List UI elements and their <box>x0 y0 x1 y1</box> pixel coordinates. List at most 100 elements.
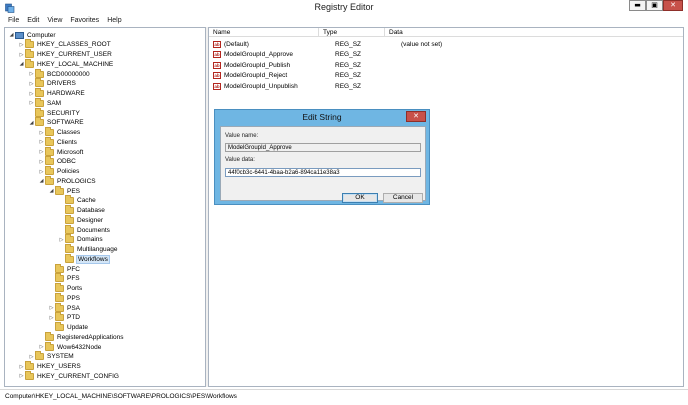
expand-toggle-icon[interactable]: ▷ <box>38 159 45 165</box>
tree-item[interactable]: ▷ SAM <box>28 97 61 108</box>
folder-icon <box>45 156 54 166</box>
value-type-cell: REG_SZ <box>335 51 362 58</box>
value-row[interactable]: ab ModelGroupId_Publish REG_SZ <box>209 60 497 70</box>
tree-item[interactable]: ▷ HKEY_CLASSES_ROOT <box>18 39 111 50</box>
tree-item-label: Database <box>77 207 105 214</box>
folder-icon <box>65 244 74 253</box>
expand-toggle-icon[interactable]: ▷ <box>38 130 45 136</box>
tree-item[interactable]: ▷ Wow6432Node <box>38 341 102 352</box>
tree-item[interactable]: ▷ ODBC <box>38 156 76 167</box>
minimize-button[interactable]: ▬ <box>629 0 646 11</box>
tree-item[interactable]: ◢ PROLOGICS <box>38 175 96 186</box>
value-row[interactable]: ab ModelGroupId_Unpublish REG_SZ <box>209 81 497 91</box>
tree-item[interactable]: Workflows <box>58 253 110 264</box>
expand-toggle-icon[interactable]: ▷ <box>38 344 45 350</box>
expand-toggle-icon[interactable]: ▷ <box>18 42 25 48</box>
tree-item[interactable]: ▷ PTD <box>48 312 80 323</box>
value-row[interactable]: ab (Default) REG_SZ (value not set) <box>209 39 497 49</box>
expand-toggle-icon[interactable]: ▷ <box>48 305 55 311</box>
tree-item[interactable]: PFS <box>48 273 80 284</box>
title-bar: Registry Editor ▬ ▣ ✕ <box>0 0 688 15</box>
tree-item[interactable]: PPS <box>48 292 80 303</box>
expand-toggle-icon[interactable]: ▷ <box>28 100 35 106</box>
registry-tree[interactable]: ◢ Computer ▷ HKEY_CLASSES_ROOT ▷ HKEY_CURRENT… <box>4 27 206 387</box>
tree-item[interactable]: ▷ Clients <box>38 136 77 147</box>
tree-item-label: HKEY_CLASSES_ROOT <box>37 41 111 49</box>
tree-item[interactable]: ◢ HKEY_LOCAL_MACHINE <box>18 58 113 69</box>
value-name-cell: ModelGroupId_Unpublish <box>224 82 298 90</box>
folder-icon <box>45 341 54 351</box>
tree-item-label: Update <box>67 324 88 331</box>
status-bar-path: Computer\HKEY_LOCAL_MACHINE\SOFTWARE\PRO… <box>0 389 688 403</box>
tree-item-label: Designer <box>77 216 104 224</box>
expand-toggle-icon[interactable]: ◢ <box>48 188 55 194</box>
menu-bar: File Edit View Favorites Help <box>0 15 688 27</box>
tree-item[interactable]: ▷ PSA <box>48 302 81 313</box>
expand-toggle-icon[interactable]: ▷ <box>48 315 55 321</box>
folder-icon <box>55 185 64 195</box>
tree-item-label: RegisteredApplications <box>57 333 124 341</box>
menu-help[interactable]: Help <box>103 15 125 27</box>
tree-item[interactable]: Ports <box>48 283 82 294</box>
tree-item-label: Documents <box>77 226 110 234</box>
folder-icon <box>35 351 44 361</box>
expand-toggle-icon[interactable]: ▷ <box>18 364 25 370</box>
menu-edit[interactable]: Edit <box>23 15 43 27</box>
folder-icon <box>35 68 44 78</box>
value-row[interactable]: ab ModelGroupId_Approve REG_SZ <box>209 50 497 60</box>
folder-icon <box>65 214 74 224</box>
expand-toggle-icon[interactable]: ▷ <box>18 373 25 379</box>
tree-item[interactable]: ▷ HKEY_CURRENT_CONFIG <box>18 370 119 381</box>
column-header-name[interactable]: Name <box>209 28 319 36</box>
tree-item[interactable]: Cache <box>58 195 96 206</box>
tree-item-label: BCD00000000 <box>47 70 90 78</box>
tree-item[interactable]: Update <box>48 322 88 333</box>
tree-item-label: Clients <box>57 138 77 146</box>
expand-toggle-icon[interactable]: ▷ <box>58 237 65 243</box>
value-data-input[interactable]: 44f0cb3c-6441-4baa-b2a6-894ca11e38a3 <box>225 168 421 177</box>
tree-item-label: Cache <box>77 197 96 205</box>
tree-item[interactable]: ▷ HKEY_CURRENT_USER <box>18 49 112 60</box>
tree-item-label: PROLOGICS <box>57 177 96 185</box>
maximize-button[interactable]: ▣ <box>646 0 663 11</box>
tree-item-label: SOFTWARE <box>47 119 84 127</box>
tree-item-label: Wow6432Node <box>57 343 102 351</box>
dialog-body: Value name: ModelGroupId_Approve Value d… <box>220 126 426 203</box>
column-header-type[interactable]: Type <box>319 28 385 36</box>
menu-file[interactable]: File <box>4 15 23 27</box>
expand-toggle-icon[interactable]: ◢ <box>8 32 15 38</box>
tree-item[interactable]: ◢ SOFTWARE <box>28 117 84 128</box>
expand-toggle-icon[interactable]: ▷ <box>38 149 45 155</box>
expand-toggle-icon[interactable]: ◢ <box>18 61 25 67</box>
tree-item[interactable]: ◢ Computer <box>8 30 56 40</box>
expand-toggle-icon[interactable]: ◢ <box>38 178 45 184</box>
tree-item[interactable]: ▷ SYSTEM <box>28 351 74 362</box>
tree-item-label: Computer <box>27 31 56 39</box>
folder-icon <box>25 370 34 380</box>
tree-item-label: HKEY_CURRENT_CONFIG <box>37 372 119 380</box>
folder-icon <box>35 117 44 127</box>
menu-favorites[interactable]: Favorites <box>66 15 103 27</box>
value-type-cell: REG_SZ <box>335 61 362 69</box>
tree-item-label: PSA <box>67 304 81 312</box>
expand-toggle-icon[interactable]: ▷ <box>18 52 25 58</box>
tree-item[interactable]: PFC <box>48 263 80 274</box>
values-list[interactable]: Name Type Data ab (Default) REG_SZ (value n… <box>208 27 684 387</box>
expand-toggle-icon[interactable]: ▷ <box>28 81 35 87</box>
tree-item-label: PTD <box>67 314 80 322</box>
expand-toggle-icon[interactable]: ▷ <box>38 139 45 145</box>
dialog-close-button[interactable]: ✕ <box>406 111 426 122</box>
tree-item[interactable]: ◢ PES <box>48 185 80 196</box>
cancel-button[interactable]: Cancel <box>383 193 423 203</box>
expand-toggle-icon[interactable]: ◢ <box>28 120 35 126</box>
expand-toggle-icon[interactable]: ▷ <box>28 71 35 77</box>
folder-icon <box>45 166 54 175</box>
menu-view[interactable]: View <box>43 15 66 27</box>
expand-toggle-icon[interactable]: ▷ <box>28 354 35 360</box>
ok-button[interactable]: OK <box>342 193 378 203</box>
expand-toggle-icon[interactable]: ▷ <box>38 169 45 175</box>
column-header-data[interactable]: Data <box>385 28 485 36</box>
value-row[interactable]: ab ModelGroupId_Reject REG_SZ <box>209 71 497 81</box>
expand-toggle-icon[interactable]: ▷ <box>28 91 35 97</box>
close-button[interactable]: ✕ <box>663 0 683 11</box>
